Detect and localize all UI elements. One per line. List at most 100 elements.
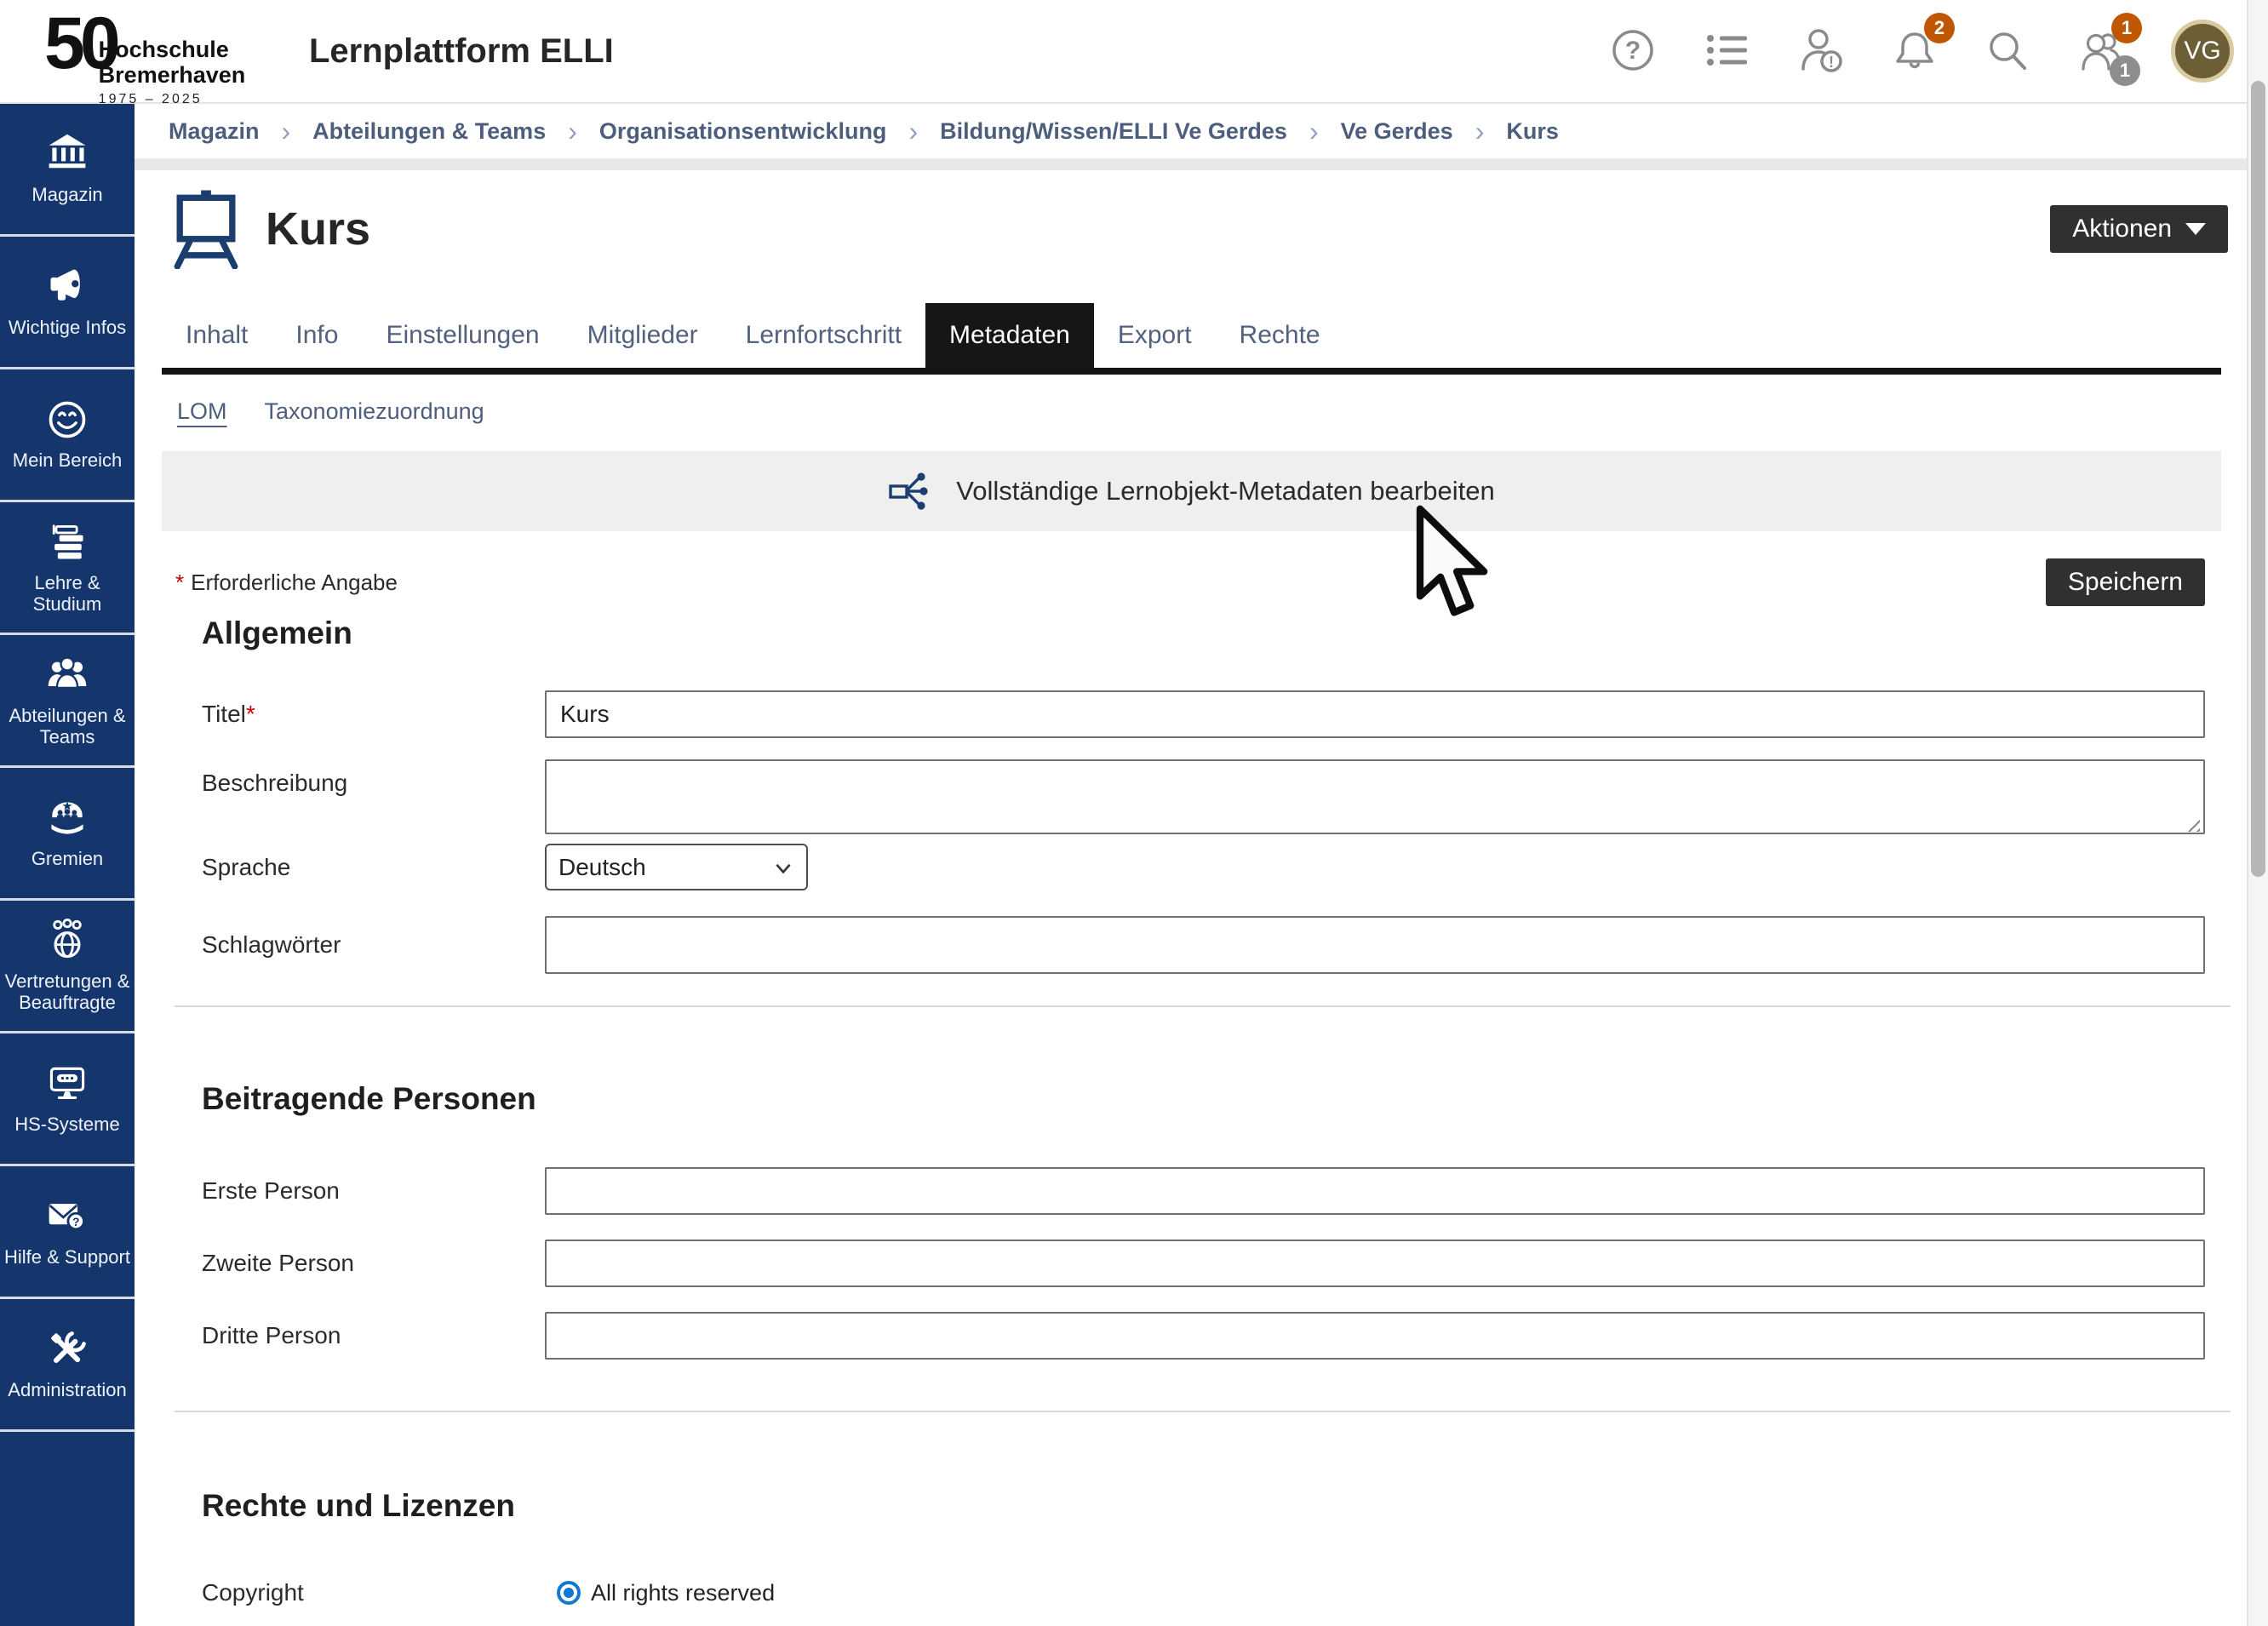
svg-text:!: ! bbox=[1829, 54, 1834, 71]
sidebar-item-lehre-studium[interactable]: Lehre & Studium bbox=[0, 502, 135, 635]
banner-label: Vollständige Lernobjekt-Metadaten bearbe… bbox=[956, 476, 1495, 507]
sidebar-item-label: Hilfe & Support bbox=[4, 1246, 130, 1268]
breadcrumb-item-ve-gerdes[interactable]: Ve Gerdes bbox=[1341, 118, 1453, 145]
people-group-icon bbox=[45, 653, 89, 697]
monitor-icon bbox=[45, 1062, 89, 1106]
main-sidebar: Magazin Wichtige Infos Mein Bereich Lehr… bbox=[0, 104, 135, 1626]
megaphone-icon bbox=[45, 265, 89, 309]
copyright-radio[interactable] bbox=[557, 1581, 581, 1605]
sidebar-item-label: Lehre & Studium bbox=[3, 572, 131, 615]
books-icon bbox=[45, 520, 89, 564]
chevron-down-icon bbox=[772, 856, 794, 879]
breadcrumb-item-magazin[interactable]: Magazin bbox=[169, 118, 260, 145]
copyright-radio-option: All rights reserved bbox=[591, 1580, 775, 1606]
logo-name-line1: Hochschule bbox=[99, 37, 246, 63]
section-title-allgemein: Allgemein bbox=[202, 615, 2248, 652]
sidebar-item-label: Magazin bbox=[32, 184, 102, 205]
logo-name-line2: Bremerhaven bbox=[99, 63, 246, 89]
breadcrumb-item-abteilungen[interactable]: Abteilungen & Teams bbox=[312, 118, 546, 145]
sidebar-item-hs-systeme[interactable]: HS-Systeme bbox=[0, 1033, 135, 1166]
app-header: 50 Hochschule Bremerhaven 1975 – 2025 Le… bbox=[0, 0, 2268, 104]
chevron-right-icon: › bbox=[282, 116, 291, 147]
help-button[interactable]: ? bbox=[1609, 26, 1658, 76]
subtab-lom[interactable]: LOM bbox=[177, 398, 227, 425]
sidebar-item-gremien[interactable]: Gremien bbox=[0, 768, 135, 901]
help-icon: ? bbox=[1609, 26, 1658, 76]
schlagwoerter-label: Schlagwörter bbox=[202, 931, 545, 959]
tab-lernfortschritt[interactable]: Lernfortschritt bbox=[722, 303, 925, 368]
page-title: Kurs bbox=[266, 203, 370, 255]
search-icon bbox=[1984, 26, 2033, 76]
user-alert-icon: ! bbox=[1796, 26, 1846, 76]
sidebar-item-vertretungen-beauftragte[interactable]: Vertretungen & Beauftragte bbox=[0, 901, 135, 1033]
sidebar-item-label: HS-Systeme bbox=[14, 1114, 119, 1135]
tab-rechte[interactable]: Rechte bbox=[1216, 303, 1344, 368]
chevron-right-icon: › bbox=[1475, 116, 1485, 147]
chevron-right-icon: › bbox=[1309, 116, 1319, 147]
sidebar-item-administration[interactable]: Administration bbox=[0, 1299, 135, 1432]
subtab-bar: LOM Taxonomiezuordnung bbox=[135, 375, 2248, 431]
edit-full-metadata-banner[interactable]: Vollständige Lernobjekt-Metadaten bearbe… bbox=[162, 451, 2221, 531]
university-logo[interactable]: 50 Hochschule Bremerhaven 1975 – 2025 bbox=[44, 7, 245, 107]
erste-person-input[interactable] bbox=[545, 1167, 2205, 1215]
course-easel-icon bbox=[169, 189, 243, 269]
subtab-taxonomiezuordnung[interactable]: Taxonomiezuordnung bbox=[265, 398, 484, 425]
bank-icon bbox=[45, 132, 89, 176]
actions-button[interactable]: Aktionen bbox=[2050, 205, 2228, 253]
todo-list-button[interactable] bbox=[1703, 26, 1752, 76]
breadcrumb-item-bildung-wissen[interactable]: Bildung/Wissen/ELLI Ve Gerdes bbox=[940, 118, 1287, 145]
tab-info[interactable]: Info bbox=[272, 303, 362, 368]
tab-metadaten[interactable]: Metadaten bbox=[925, 303, 1094, 368]
sidebar-item-magazin[interactable]: Magazin bbox=[0, 104, 135, 237]
user-avatar[interactable]: VG bbox=[2171, 20, 2234, 83]
zweite-person-input[interactable] bbox=[545, 1240, 2205, 1287]
svg-text:?: ? bbox=[1625, 37, 1641, 65]
svg-text:?: ? bbox=[72, 1215, 80, 1228]
tools-icon bbox=[45, 1327, 89, 1371]
save-button[interactable]: Speichern bbox=[2046, 558, 2205, 606]
contacts-button[interactable]: 1 1 bbox=[2077, 26, 2127, 76]
notification-badge: 2 bbox=[1924, 13, 1955, 43]
section-title-rechte-lizenzen: Rechte und Lizenzen bbox=[202, 1487, 2248, 1525]
required-note: * Erforderliche Angabe bbox=[175, 570, 398, 596]
sprache-select[interactable]: Deutsch bbox=[545, 844, 808, 890]
sidebar-item-label: Administration bbox=[8, 1379, 126, 1400]
tab-inhalt[interactable]: Inhalt bbox=[162, 303, 272, 368]
sidebar-item-wichtige-infos[interactable]: Wichtige Infos bbox=[0, 237, 135, 369]
contacts-badge-primary: 1 bbox=[2111, 13, 2142, 43]
sidebar-item-label: Gremien bbox=[32, 848, 103, 869]
list-icon bbox=[1703, 26, 1752, 76]
search-button[interactable] bbox=[1984, 26, 2033, 76]
section-divider bbox=[175, 1005, 2231, 1007]
metadata-nodes-icon bbox=[888, 467, 936, 515]
titel-input[interactable] bbox=[545, 690, 2205, 738]
notifications-button[interactable]: 2 bbox=[1890, 26, 1939, 76]
vertical-scrollbar[interactable] bbox=[2247, 0, 2268, 1626]
chevron-right-icon: › bbox=[568, 116, 577, 147]
schlagwoerter-input[interactable] bbox=[545, 916, 2205, 974]
breadcrumb-item-kurs[interactable]: Kurs bbox=[1506, 118, 1559, 145]
sidebar-item-hilfe-support[interactable]: ? Hilfe & Support bbox=[0, 1166, 135, 1299]
scrollbar-thumb[interactable] bbox=[2251, 81, 2265, 877]
erste-person-label: Erste Person bbox=[202, 1177, 545, 1205]
beschreibung-textarea[interactable] bbox=[545, 759, 2205, 834]
sprache-label: Sprache bbox=[202, 854, 545, 881]
copyright-label: Copyright bbox=[202, 1579, 545, 1606]
tab-einstellungen[interactable]: Einstellungen bbox=[362, 303, 563, 368]
sidebar-item-label: Mein Bereich bbox=[13, 449, 122, 471]
tab-export[interactable]: Export bbox=[1094, 303, 1216, 368]
user-status-button[interactable]: ! bbox=[1796, 26, 1846, 76]
zweite-person-label: Zweite Person bbox=[202, 1250, 545, 1277]
sidebar-item-mein-bereich[interactable]: Mein Bereich bbox=[0, 369, 135, 502]
mail-question-icon: ? bbox=[45, 1194, 89, 1239]
section-divider bbox=[175, 1411, 2231, 1412]
contacts-badge-secondary: 1 bbox=[2110, 55, 2140, 86]
tab-mitglieder[interactable]: Mitglieder bbox=[564, 303, 722, 368]
section-title-beitragende-personen: Beitragende Personen bbox=[202, 1080, 2248, 1118]
dritte-person-input[interactable] bbox=[545, 1312, 2205, 1360]
main-content: Magazin › Abteilungen & Teams › Organisa… bbox=[135, 104, 2248, 1626]
breadcrumb-item-organisationsentwicklung[interactable]: Organisationsentwicklung bbox=[599, 118, 887, 145]
sprache-selected-value: Deutsch bbox=[558, 854, 646, 881]
titel-label: Titel* bbox=[202, 701, 545, 728]
sidebar-item-abteilungen-teams[interactable]: Abteilungen & Teams bbox=[0, 635, 135, 768]
